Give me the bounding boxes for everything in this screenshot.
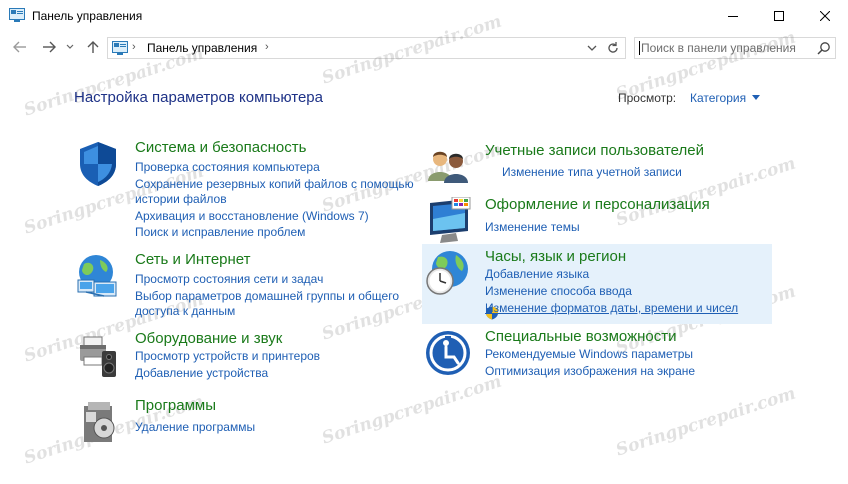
link-add-device[interactable]: Добавление устройства <box>135 366 268 380</box>
maximize-icon <box>774 10 784 21</box>
shield-icon[interactable] <box>74 140 122 188</box>
link-homegroup-options[interactable]: Выбор параметров домашней группы и общег… <box>135 289 399 303</box>
chevron-down-icon <box>66 44 74 49</box>
monitor-personalization-icon[interactable] <box>424 197 472 245</box>
breadcrumb-chevron-icon[interactable]: › <box>132 41 136 53</box>
minimize-icon <box>728 15 738 17</box>
arrow-up-icon <box>87 41 99 53</box>
link-change-theme[interactable]: Изменение темы <box>485 220 580 234</box>
close-button[interactable] <box>802 0 848 31</box>
category-title[interactable]: Программы <box>135 397 216 414</box>
view-by-dropdown[interactable]: Категория <box>690 91 746 105</box>
category-title[interactable]: Оборудование и звук <box>135 330 282 347</box>
link-recommended-settings[interactable]: Рекомендуемые Windows параметры <box>485 347 693 361</box>
watermark: Soringpcrepair.com <box>319 371 505 449</box>
category-title[interactable]: Учетные записи пользователей <box>485 142 704 159</box>
search-box[interactable] <box>634 37 836 59</box>
arrow-left-icon <box>13 41 26 53</box>
view-by-label: Просмотр: <box>618 91 677 105</box>
category-title[interactable]: Система и безопасность <box>135 139 306 156</box>
text-caret <box>639 41 640 55</box>
category-title[interactable]: Сеть и Интернет <box>135 251 251 268</box>
link-backup-files[interactable]: Сохранение резервных копий файлов с помо… <box>135 177 414 191</box>
link-change-account-type[interactable]: Изменение типа учетной записи <box>502 165 682 179</box>
link-network-status[interactable]: Просмотр состояния сети и задач <box>135 272 323 286</box>
address-dropdown-icon[interactable] <box>584 40 600 56</box>
programs-icon[interactable] <box>74 398 122 446</box>
link-sharing[interactable]: доступа к данным <box>135 304 235 318</box>
link-devices-printers[interactable]: Просмотр устройств и принтеров <box>135 349 320 363</box>
control-panel-icon <box>9 8 25 22</box>
network-globe-icon[interactable] <box>74 252 122 300</box>
breadcrumb-control-panel[interactable]: Панель управления <box>147 41 257 55</box>
breadcrumb-chevron-icon[interactable]: › <box>265 41 269 53</box>
back-button[interactable] <box>11 38 29 56</box>
arrow-right-icon <box>43 41 56 53</box>
maximize-button[interactable] <box>756 0 802 31</box>
recent-locations-button[interactable] <box>64 38 76 56</box>
forward-button[interactable] <box>40 38 58 56</box>
link-optimize-display[interactable]: Оптимизация изображения на экране <box>485 364 695 378</box>
refresh-icon[interactable] <box>605 40 621 56</box>
link-change-date-time-formats[interactable]: Изменение форматов даты, времени и чисел <box>485 301 738 315</box>
clock-globe-icon[interactable] <box>424 249 472 297</box>
view-by-chevron-icon[interactable] <box>752 95 760 100</box>
window-title: Панель управления <box>32 9 143 23</box>
link-change-input-method[interactable]: Изменение способа ввода <box>485 284 632 298</box>
control-panel-icon <box>112 41 128 55</box>
address-bar[interactable]: › Панель управления › <box>107 37 626 59</box>
up-button[interactable] <box>84 38 102 56</box>
users-icon[interactable] <box>424 143 472 191</box>
search-input[interactable] <box>641 40 811 56</box>
category-title[interactable]: Часы, язык и регион <box>485 248 626 265</box>
printer-speaker-icon[interactable] <box>74 331 122 379</box>
link-file-history[interactable]: истории файлов <box>135 192 227 206</box>
watermark: Soringpcrepair.com <box>613 383 799 461</box>
category-title[interactable]: Оформление и персонализация <box>485 196 710 213</box>
link-backup-restore[interactable]: Архивация и восстановление (Windows 7) <box>135 209 369 223</box>
search-icon[interactable] <box>817 41 831 55</box>
link-uninstall-program[interactable]: Удаление программы <box>135 420 255 434</box>
link-check-computer-status[interactable]: Проверка состояния компьютера <box>135 160 320 174</box>
page-title: Настройка параметров компьютера <box>74 89 323 106</box>
link-add-language[interactable]: Добавление языка <box>485 267 589 281</box>
minimize-button[interactable] <box>710 0 756 31</box>
category-title[interactable]: Специальные возможности <box>485 328 677 345</box>
ease-of-access-icon[interactable] <box>424 329 472 377</box>
link-troubleshoot[interactable]: Поиск и исправление проблем <box>135 225 305 239</box>
close-icon <box>820 10 830 21</box>
title-bar: Панель управления <box>0 0 848 32</box>
